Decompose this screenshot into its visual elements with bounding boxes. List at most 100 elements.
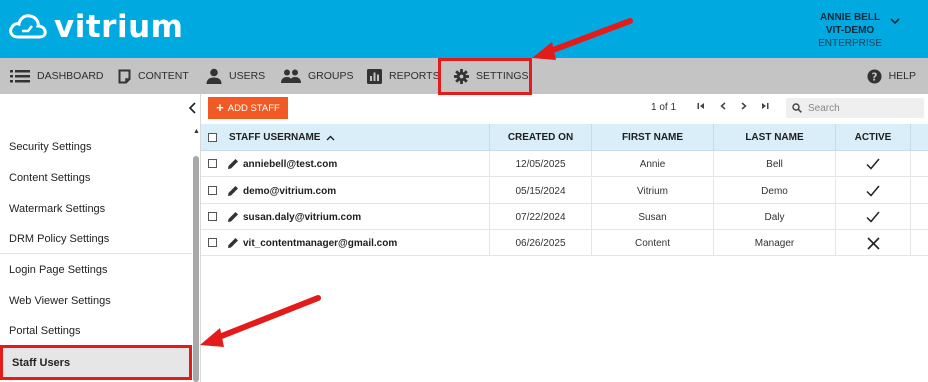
column-header-active[interactable]: ACTIVE: [835, 124, 910, 151]
x-icon: [866, 236, 880, 250]
last-name-cell: Bell: [713, 151, 835, 177]
last-page-icon[interactable]: [760, 101, 770, 111]
check-icon: [866, 211, 880, 223]
username-cell: anniebell@test.com: [223, 151, 489, 177]
active-cell: [835, 230, 910, 256]
row-checkbox[interactable]: [208, 238, 217, 247]
add-staff-button[interactable]: + ADD STAFF: [208, 97, 288, 119]
sidebar-item-label: Content Settings: [9, 171, 91, 184]
nav-help[interactable]: ? HELP: [867, 58, 916, 94]
nav-help-label: HELP: [888, 70, 916, 82]
top-header: vitrium ANNIE BELL VIT-DEMO ENTERPRISE: [0, 0, 928, 58]
row-checkbox[interactable]: [208, 212, 217, 221]
nav-reports[interactable]: REPORTS: [367, 58, 440, 94]
first-name-cell: Vitrium: [591, 178, 713, 204]
scroll-up-arrow[interactable]: ▲: [193, 128, 200, 135]
sidebar-item-staff-users[interactable]: Staff Users: [0, 345, 192, 380]
sidebar-item-login-page-settings[interactable]: Login Page Settings: [0, 254, 192, 285]
column-header-created-on[interactable]: CREATED ON: [489, 124, 591, 151]
user-icon: [206, 68, 222, 84]
list-icon: [10, 70, 30, 83]
spacer-cell: [910, 178, 928, 204]
active-cell: [835, 151, 910, 177]
sidebar-item-security-settings[interactable]: Security Settings: [0, 131, 192, 162]
sidebar-item-label: Web Viewer Settings: [9, 294, 111, 307]
chevron-down-icon[interactable]: [890, 17, 900, 25]
spacer-cell: [910, 230, 928, 256]
username-cell: vit_contentmanager@gmail.com: [223, 230, 489, 256]
username-text: susan.daly@vitrium.com: [243, 211, 362, 223]
svg-text:?: ?: [871, 71, 877, 83]
active-cell: [835, 178, 910, 204]
pencil-icon[interactable]: [227, 211, 239, 223]
column-header-label: LAST NAME: [745, 132, 804, 143]
username-text: anniebell@test.com: [243, 158, 338, 170]
nav-content[interactable]: CONTENT: [118, 58, 189, 94]
column-header-username[interactable]: STAFF USERNAME: [223, 124, 489, 151]
first-name-cell: Content: [591, 230, 713, 256]
search-box[interactable]: [786, 98, 924, 118]
chevron-left-icon[interactable]: [188, 102, 197, 114]
table-row[interactable]: anniebell@test.com 12/05/2025 Annie Bell: [201, 151, 928, 177]
username-cell: demo@vitrium.com: [223, 178, 489, 204]
user-name: ANNIE BELL: [820, 12, 881, 23]
user-menu[interactable]: ANNIE BELL VIT-DEMO ENTERPRISE: [818, 11, 882, 50]
sidebar-item-label: DRM Policy Settings: [9, 232, 110, 245]
sidebar-item-content-settings[interactable]: Content Settings: [0, 162, 192, 193]
logo-text: vitrium: [54, 9, 184, 45]
column-header-last-name[interactable]: LAST NAME: [713, 124, 835, 151]
first-name-cell: Annie: [591, 151, 713, 177]
nav-groups[interactable]: GROUPS: [281, 58, 354, 94]
check-icon: [866, 158, 880, 170]
pencil-icon[interactable]: [227, 158, 239, 170]
next-page-icon[interactable]: [739, 101, 749, 111]
sidebar-item-label: Login Page Settings: [9, 263, 108, 276]
last-name-cell: Manager: [713, 230, 835, 256]
group-icon: [281, 69, 301, 83]
search-icon: [792, 103, 802, 113]
table-row[interactable]: susan.daly@vitrium.com 07/22/2024 Susan …: [201, 204, 928, 230]
username-text: vit_contentmanager@gmail.com: [243, 237, 398, 249]
nav-reports-label: REPORTS: [389, 70, 440, 82]
settings-sidebar: ▲ Security Settings Content Settings Wat…: [0, 94, 201, 382]
row-checkbox[interactable]: [208, 186, 217, 195]
column-header-label: STAFF USERNAME: [229, 132, 321, 143]
last-name-cell: Demo: [713, 178, 835, 204]
select-all-checkbox[interactable]: [208, 133, 217, 142]
sidebar-item-watermark-settings[interactable]: Watermark Settings: [0, 193, 192, 224]
sidebar-item-web-viewer-settings[interactable]: Web Viewer Settings: [0, 285, 192, 316]
first-page-icon[interactable]: [696, 101, 706, 111]
add-staff-label: ADD STAFF: [227, 102, 280, 114]
last-name-cell: Daly: [713, 204, 835, 230]
sidebar-item-drm-policy-settings[interactable]: DRM Policy Settings: [0, 223, 192, 254]
column-header-label: FIRST NAME: [621, 132, 684, 143]
created-on-cell: 05/15/2024: [489, 178, 591, 204]
pencil-icon[interactable]: [227, 185, 239, 197]
column-header-first-name[interactable]: FIRST NAME: [591, 124, 713, 151]
column-header-label: CREATED ON: [507, 132, 574, 143]
plus-icon: +: [216, 100, 224, 115]
column-header-label: ACTIVE: [854, 132, 892, 143]
table-row[interactable]: demo@vitrium.com 05/15/2024 Vitrium Demo: [201, 178, 928, 204]
active-cell: [835, 204, 910, 230]
sidebar-item-label: Staff Users: [12, 356, 71, 369]
username-cell: susan.daly@vitrium.com: [223, 204, 489, 230]
nav-content-label: CONTENT: [138, 70, 189, 82]
nav-dashboard-label: DASHBOARD: [37, 70, 104, 82]
cloud-logo-icon: [9, 14, 47, 39]
search-input[interactable]: [808, 102, 908, 114]
sidebar-item-portal-settings[interactable]: Portal Settings: [0, 315, 192, 346]
nav-dashboard[interactable]: DASHBOARD: [10, 58, 104, 94]
bar-chart-icon: [367, 68, 382, 84]
vitrium-logo[interactable]: vitrium: [8, 9, 183, 45]
nav-users[interactable]: USERS: [206, 58, 265, 94]
pencil-icon[interactable]: [227, 237, 239, 249]
spacer-cell: [910, 151, 928, 177]
spacer-cell: [910, 204, 928, 230]
table-row[interactable]: vit_contentmanager@gmail.com 06/26/2025 …: [201, 230, 928, 256]
row-checkbox[interactable]: [208, 159, 217, 168]
previous-page-icon[interactable]: [718, 101, 728, 111]
sidebar-scrollbar[interactable]: [193, 156, 199, 382]
arrow-to-staff-users-icon: [200, 295, 321, 347]
user-tier: ENTERPRISE: [818, 38, 882, 49]
